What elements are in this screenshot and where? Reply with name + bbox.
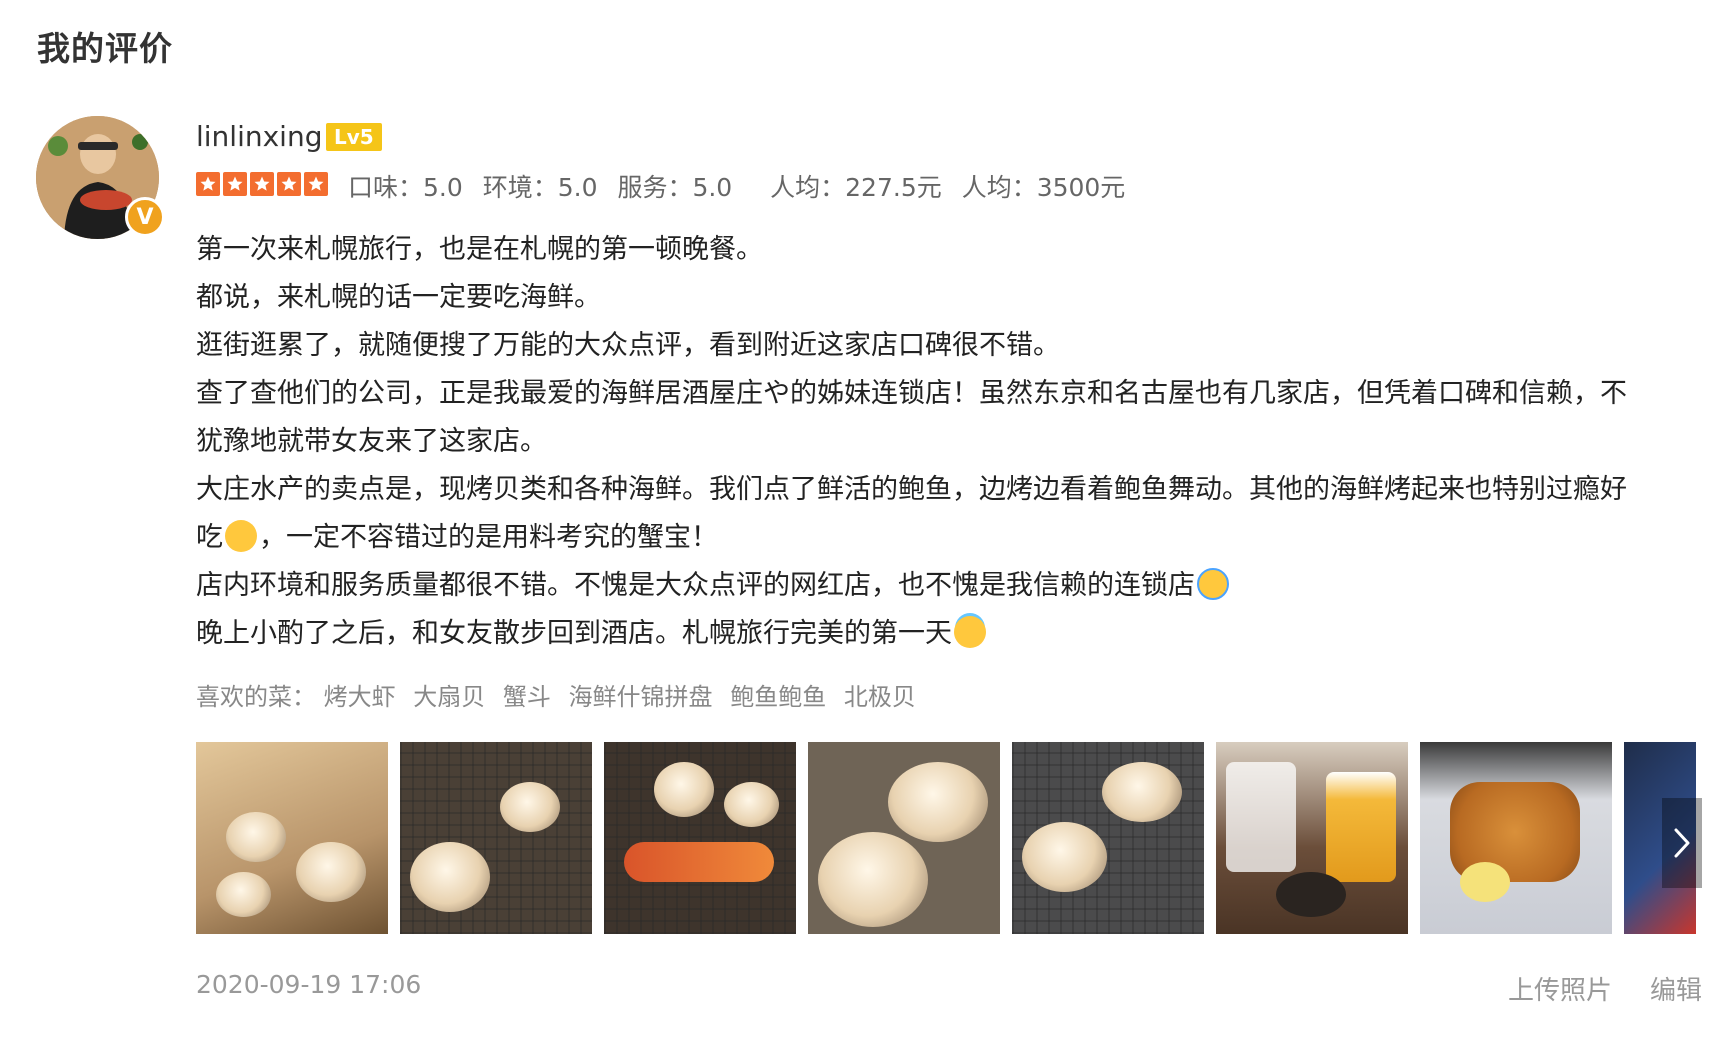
verified-badge: V xyxy=(125,197,165,237)
page-title: 我的评价 xyxy=(37,29,173,68)
score-service: 服务：5.0 xyxy=(617,173,733,202)
photo-beer xyxy=(1326,772,1396,882)
star-icon xyxy=(223,172,247,196)
upload-photo-button[interactable]: 上传照片 xyxy=(1508,970,1612,1007)
review-line: 都说，来札幌的话一定要吃海鲜。 xyxy=(196,282,601,313)
edit-button[interactable]: 编辑 xyxy=(1650,970,1702,1007)
review-photo[interactable] xyxy=(808,742,1000,934)
photo-shell xyxy=(1022,822,1107,892)
review-text: 第一次来札幌旅行，也是在札幌的第一顿晚餐。 都说，来札幌的话一定要吃海鲜。 逛街… xyxy=(196,226,1696,658)
star-rating xyxy=(196,172,328,196)
star-icon xyxy=(304,172,328,196)
review-line: 吃 ，一定不容错过的是用料考究的蟹宝！ xyxy=(196,514,1696,562)
review-line: 犹豫地就带女友来了这家店。 xyxy=(196,426,547,457)
review-photo[interactable] xyxy=(604,742,796,934)
review-line-text: 晚上小酌了之后，和女友散步回到酒店。札幌旅行完美的第一天 xyxy=(196,618,952,649)
score-environment: 环境：5.0 xyxy=(482,173,598,202)
dish-tag[interactable]: 海鲜什锦拼盘 xyxy=(569,683,713,711)
score-taste: 口味：5.0 xyxy=(348,173,463,202)
favorite-dishes-label: 喜欢的菜： xyxy=(196,683,316,711)
username[interactable]: linlinxing xyxy=(196,120,322,153)
photo-shell xyxy=(724,782,779,827)
photo-glass xyxy=(1226,762,1296,872)
star-icon xyxy=(277,172,301,196)
yum-emoji-icon xyxy=(225,520,257,552)
photo-shell xyxy=(226,812,286,862)
chevron-right-icon xyxy=(1674,828,1690,858)
dish-tag[interactable]: 北极贝 xyxy=(844,683,916,711)
photo-shell xyxy=(410,842,490,912)
review-line-text: ，一定不容错过的是用料考究的蟹宝！ xyxy=(259,522,718,553)
photo-shell xyxy=(888,762,988,842)
score-per-capita-2: 人均：3500元 xyxy=(961,173,1126,202)
review-line: 查了查他们的公司，正是我最爱的海鲜居酒屋庄や的姊妹连锁店！虽然东京和名古屋也有几… xyxy=(196,378,1627,409)
review-photo[interactable] xyxy=(400,742,592,934)
photo-shell xyxy=(500,782,560,832)
review-line: 店内环境和服务质量都很不错。不愧是大众点评的网红店，也不愧是我信赖的连锁店 xyxy=(196,562,1696,610)
photo-bowl xyxy=(1276,872,1346,917)
next-photo-button[interactable] xyxy=(1662,798,1702,888)
laugh-cry-emoji-icon xyxy=(1197,568,1229,600)
review-line-text: 吃 xyxy=(196,522,223,553)
review-timestamp: 2020-09-19 17:06 xyxy=(196,970,422,999)
review-photo[interactable] xyxy=(196,742,388,934)
angel-emoji-icon xyxy=(954,616,986,648)
review-line: 第一次来札幌旅行，也是在札幌的第一顿晚餐。 xyxy=(196,234,763,265)
dish-tag[interactable]: 大扇贝 xyxy=(413,683,485,711)
photo-shell xyxy=(654,762,714,817)
review-page: 我的评价 V linlinxing Lv5 口味：5.0 环境：5.0 服务：5… xyxy=(0,0,1724,1060)
dish-tag[interactable]: 鲍鱼鲍鱼 xyxy=(730,683,826,711)
dish-tag[interactable]: 烤大虾 xyxy=(324,683,396,711)
photo-shell xyxy=(1102,762,1182,822)
review-line: 晚上小酌了之后，和女友散步回到酒店。札幌旅行完美的第一天 xyxy=(196,610,1696,658)
star-icon xyxy=(196,172,220,196)
photo-shell xyxy=(818,832,928,927)
photo-strip xyxy=(196,742,1696,934)
photo-shrimp xyxy=(624,842,774,882)
review-line: 逛街逛累了，就随便搜了万能的大众点评，看到附近这家店口碑很不错。 xyxy=(196,330,1060,361)
review-line: 大庄水产的卖点是，现烤贝类和各种海鲜。我们点了鲜活的鲍鱼，边烤边看着鲍鱼舞动。其… xyxy=(196,474,1627,505)
favorite-dishes: 喜欢的菜： 烤大虾 大扇贝 蟹斗 海鲜什锦拼盘 鲍鱼鲍鱼 北极贝 xyxy=(196,677,926,712)
photo-shell xyxy=(216,872,271,917)
dish-tag[interactable]: 蟹斗 xyxy=(503,683,551,711)
review-photo[interactable] xyxy=(1216,742,1408,934)
score-per-capita-1: 人均：227.5元 xyxy=(770,173,942,202)
review-photo[interactable] xyxy=(1012,742,1204,934)
photo-shell xyxy=(296,842,366,902)
review-photo[interactable] xyxy=(1420,742,1612,934)
score-summary: 口味：5.0 环境：5.0 服务：5.0 人均：227.5元 人均：3500元 xyxy=(348,168,1137,204)
level-badge: Lv5 xyxy=(326,123,382,151)
photo-lemon xyxy=(1460,862,1510,902)
review-line-text: 店内环境和服务质量都很不错。不愧是大众点评的网红店，也不愧是我信赖的连锁店 xyxy=(196,570,1195,601)
star-icon xyxy=(250,172,274,196)
